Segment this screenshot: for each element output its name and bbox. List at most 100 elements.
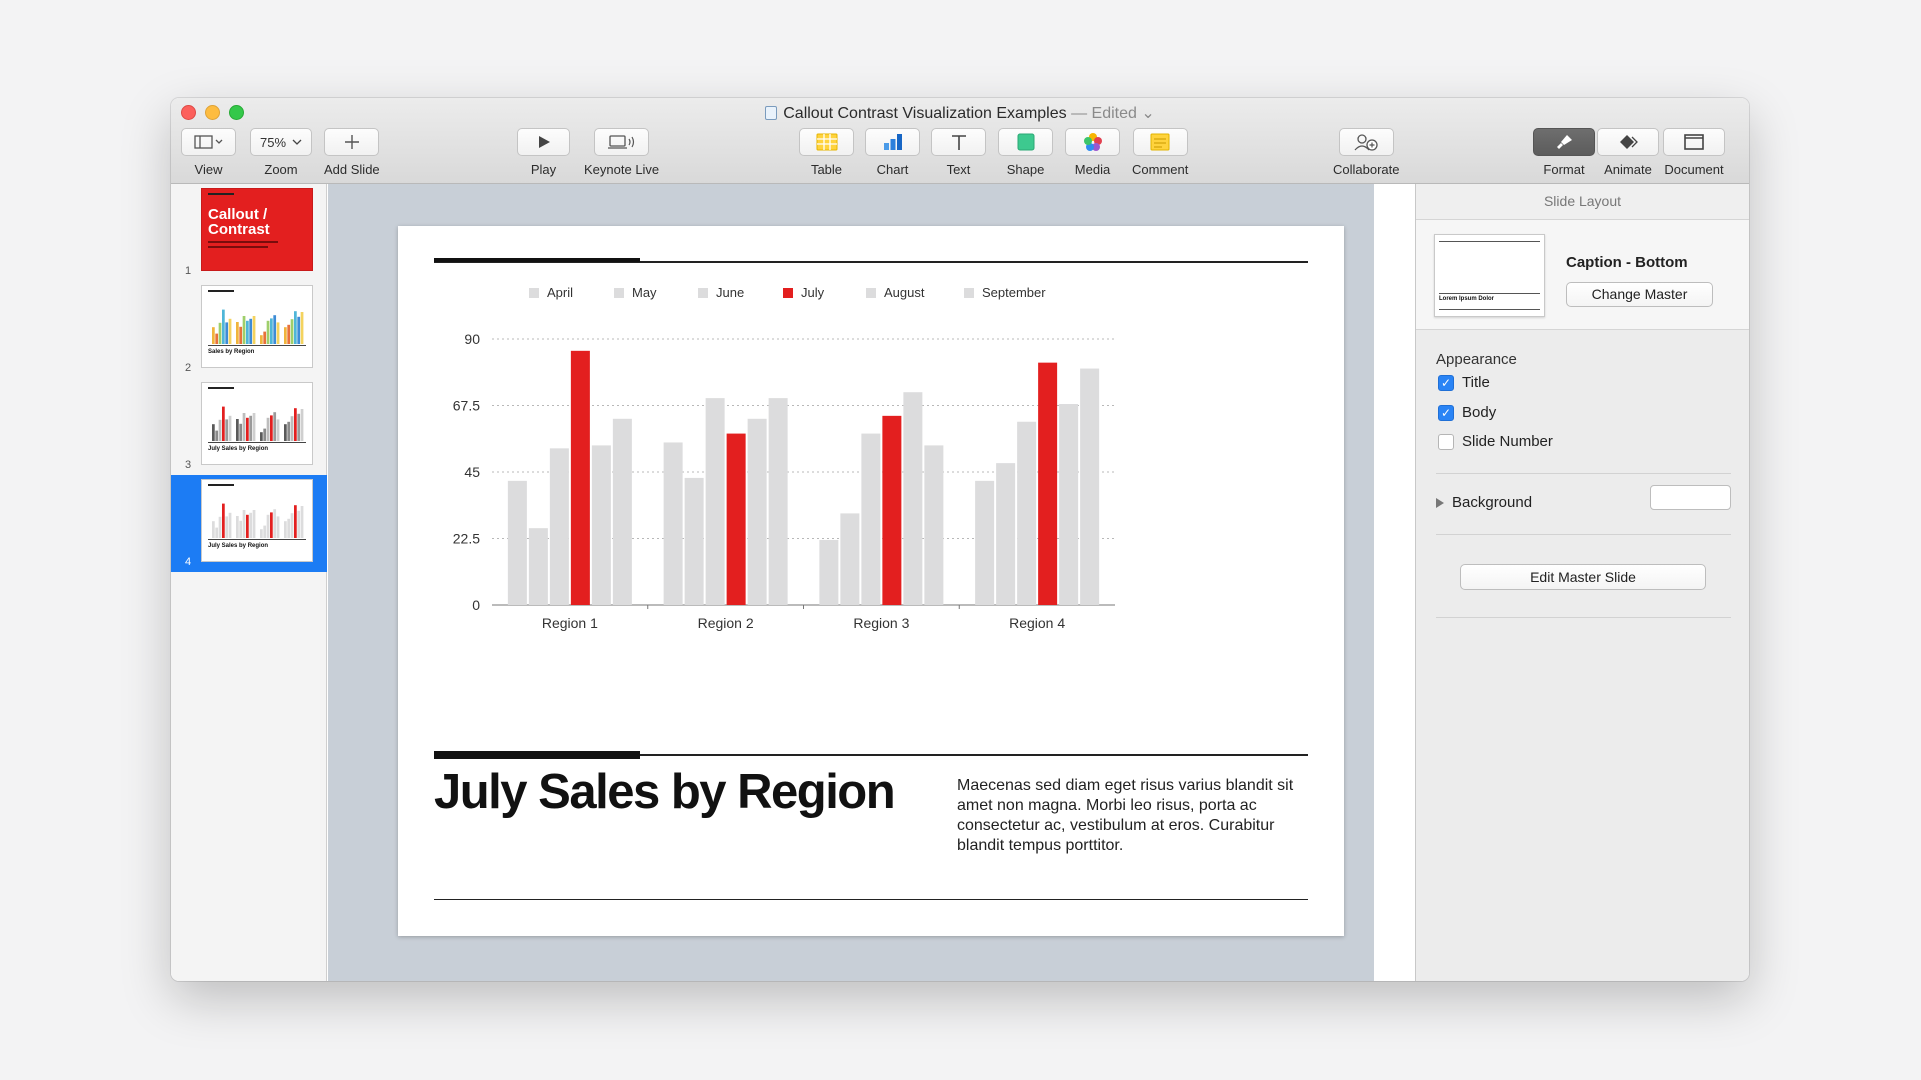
legend-swatch-august bbox=[866, 288, 876, 298]
zoom-tool[interactable]: 75% Zoom bbox=[250, 128, 312, 177]
slide-number-checkbox[interactable] bbox=[1438, 433, 1454, 450]
keynote-live-button[interactable] bbox=[594, 128, 650, 156]
format-tool[interactable]: Format bbox=[1533, 128, 1595, 177]
document-icon bbox=[1684, 134, 1704, 150]
x-tick-label: Region 4 bbox=[1009, 615, 1065, 631]
thumb-bar bbox=[276, 322, 280, 344]
comment-button[interactable] bbox=[1132, 128, 1188, 156]
slide-3-caption: July Sales by Region bbox=[208, 446, 269, 452]
add-slide-tool[interactable]: Add Slide bbox=[324, 128, 380, 177]
bar-region-3-august bbox=[903, 392, 923, 605]
bar-chart[interactable]: April May June July August September 0 22.5 45 67… bbox=[398, 276, 1344, 706]
y-tick-label: 0 bbox=[472, 597, 480, 613]
thumb-bar bbox=[284, 327, 287, 344]
thumb-bar bbox=[242, 510, 246, 538]
slide-title[interactable]: July Sales by Region bbox=[434, 764, 896, 820]
thumb-rule bbox=[1439, 309, 1540, 310]
slide-body-text[interactable]: Maecenas sed diam eget risus varius blan… bbox=[957, 776, 1307, 856]
thumb-bar bbox=[284, 424, 287, 441]
thumb-bar bbox=[266, 417, 270, 441]
body-checkbox-row[interactable]: ✓ Body bbox=[1438, 404, 1496, 421]
thumb-bar bbox=[215, 527, 219, 538]
master-thumb-caption: Lorem Ipsum Dolor bbox=[1439, 296, 1495, 302]
background-color-well[interactable] bbox=[1650, 485, 1731, 510]
text-button[interactable] bbox=[931, 128, 986, 156]
collaborate-button[interactable] bbox=[1338, 128, 1394, 156]
thumb-bar bbox=[290, 513, 294, 538]
slide-thumbnail-2[interactable]: Sales by Region 2 bbox=[171, 281, 327, 378]
keynote-live-icon bbox=[607, 135, 634, 149]
title-checkbox[interactable]: ✓ bbox=[1438, 374, 1454, 391]
bar-region-1-may bbox=[528, 528, 548, 605]
media-button[interactable] bbox=[1065, 128, 1120, 156]
zoom-label: Zoom bbox=[264, 162, 298, 177]
collaborate-label: Collaborate bbox=[1333, 162, 1400, 177]
master-thumbnail[interactable]: Lorem Ipsum Dolor bbox=[1434, 234, 1545, 317]
title-checkbox-row[interactable]: ✓ Title bbox=[1438, 374, 1490, 391]
thumb-bar bbox=[290, 416, 294, 441]
bar-region-3-may bbox=[840, 513, 860, 605]
add-slide-button[interactable] bbox=[324, 128, 380, 156]
animate-button[interactable] bbox=[1597, 128, 1659, 156]
edited-indicator[interactable]: — Edited ⌄ bbox=[1071, 105, 1155, 122]
thumb-bar bbox=[242, 316, 246, 344]
slide-thumbnail-1[interactable]: Callout / Contrast 1 bbox=[171, 184, 327, 281]
background-row[interactable]: Background bbox=[1436, 494, 1532, 511]
animate-tool[interactable]: Animate bbox=[1597, 128, 1659, 177]
play-button[interactable] bbox=[517, 128, 570, 156]
text-tool[interactable]: Text bbox=[931, 128, 986, 177]
keynote-live-tool[interactable]: Keynote Live bbox=[584, 128, 659, 177]
media-tool[interactable]: Media bbox=[1065, 128, 1120, 177]
bar-region-1-june bbox=[549, 448, 569, 605]
bar-region-1-july bbox=[570, 350, 590, 605]
background-label: Background bbox=[1452, 494, 1533, 511]
thumb-rule bbox=[208, 290, 234, 292]
view-tool[interactable]: View bbox=[181, 128, 236, 177]
chevron-down-icon bbox=[292, 139, 302, 145]
thumb-bar bbox=[236, 516, 239, 538]
disclosure-triangle-icon[interactable] bbox=[1436, 497, 1444, 508]
paintbrush-icon bbox=[1557, 135, 1572, 149]
slide-thumbnail-3[interactable]: July Sales by Region 3 bbox=[171, 378, 327, 475]
shape-button[interactable] bbox=[998, 128, 1053, 156]
shape-tool[interactable]: Shape bbox=[998, 128, 1053, 177]
table-button[interactable] bbox=[799, 128, 854, 156]
format-button[interactable] bbox=[1533, 128, 1595, 156]
change-master-button[interactable]: Change Master bbox=[1566, 282, 1713, 307]
keynote-window: Callout Contrast Visualization Examples … bbox=[171, 98, 1749, 981]
thumb-bar bbox=[222, 309, 225, 344]
chart-tool[interactable]: Chart bbox=[865, 128, 920, 177]
thumb-bar bbox=[246, 417, 249, 441]
thumb-bar bbox=[263, 331, 267, 344]
zoom-select[interactable]: 75% bbox=[250, 128, 312, 156]
table-label: Table bbox=[810, 162, 843, 177]
current-slide[interactable]: April May June July August September 0 22.5 45 67… bbox=[398, 226, 1344, 936]
thumb-bar bbox=[270, 318, 273, 344]
slide-number-checkbox-row[interactable]: Slide Number bbox=[1438, 433, 1553, 450]
slide-thumbnail-4[interactable]: July Sales by Region 4 bbox=[171, 475, 327, 572]
thumb-bar bbox=[242, 413, 246, 441]
document-tool[interactable]: Document bbox=[1663, 128, 1725, 177]
chart-label: Chart bbox=[876, 162, 909, 177]
edit-master-slide-button[interactable]: Edit Master Slide bbox=[1460, 564, 1706, 590]
bar-region-3-september bbox=[924, 445, 944, 605]
play-tool[interactable]: Play bbox=[517, 128, 570, 177]
legend-label-june: June bbox=[716, 285, 744, 300]
thumb-bar bbox=[212, 521, 215, 538]
document-button[interactable] bbox=[1663, 128, 1725, 156]
body-checkbox[interactable]: ✓ bbox=[1438, 404, 1454, 421]
thumb-bar bbox=[290, 319, 294, 344]
thumb-bar bbox=[218, 322, 222, 344]
thumb-bar bbox=[236, 419, 239, 441]
thumb-rule bbox=[208, 442, 306, 443]
view-label: View bbox=[194, 162, 223, 177]
legend-label-april: April bbox=[547, 285, 573, 300]
table-tool[interactable]: Table bbox=[799, 128, 854, 177]
thumb-rule bbox=[208, 345, 306, 346]
collaborate-tool[interactable]: Collaborate bbox=[1333, 128, 1400, 177]
comment-tool[interactable]: Comment bbox=[1132, 128, 1188, 177]
thumb-bar bbox=[260, 432, 263, 441]
document-icon bbox=[765, 106, 778, 120]
view-button[interactable] bbox=[181, 128, 236, 156]
chart-button[interactable] bbox=[865, 128, 920, 156]
